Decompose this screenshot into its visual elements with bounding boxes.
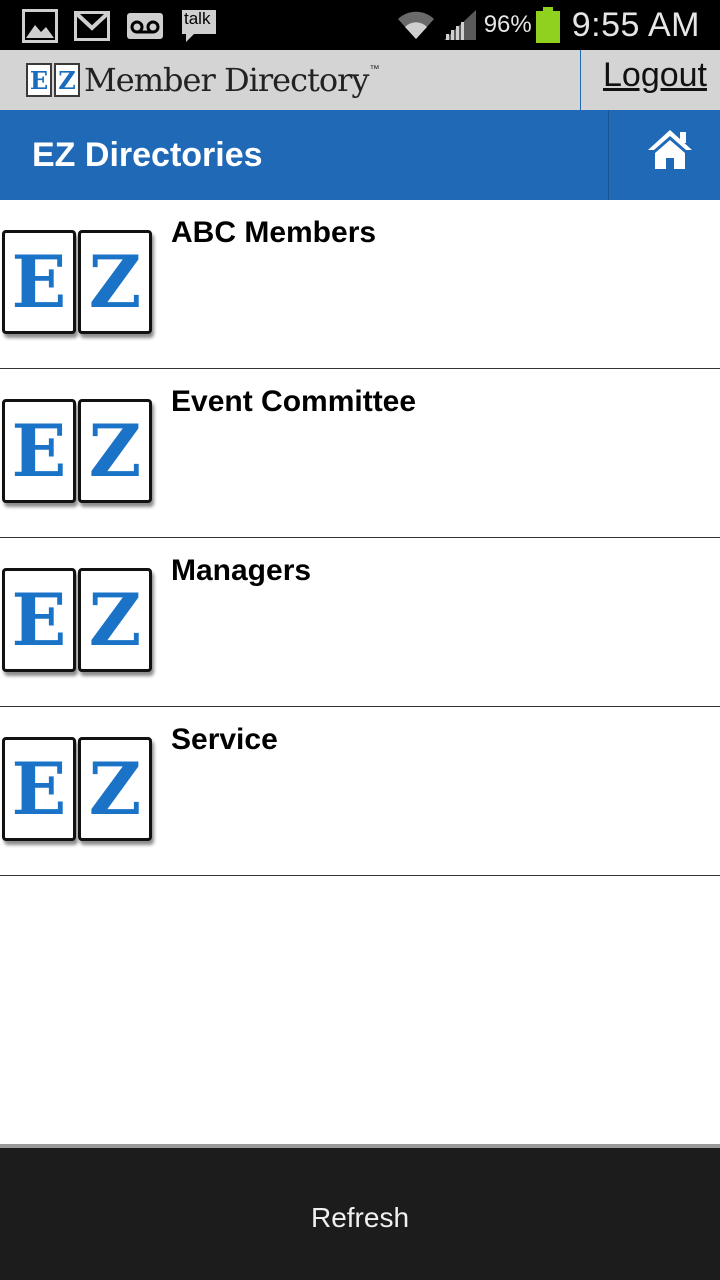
ez-logo-icon: E Z bbox=[2, 399, 156, 509]
ez-logo-icon: E Z bbox=[2, 230, 156, 340]
clock: 9:55 AM bbox=[571, 5, 700, 44]
title-bar: EZ Directories bbox=[0, 110, 720, 200]
list-item[interactable]: E Z Event Committee bbox=[0, 369, 720, 538]
tile-letter-e: E bbox=[2, 737, 76, 841]
battery-percent: 96% bbox=[483, 11, 532, 38]
logo-trademark: ™ bbox=[369, 64, 380, 75]
list-item[interactable]: E Z Managers bbox=[0, 538, 720, 707]
logo-text: Member Directory bbox=[84, 61, 369, 99]
app-logo: E Z Member Directory ™ bbox=[26, 58, 379, 102]
talk-label: talk bbox=[184, 9, 211, 28]
tile-letter-e: E bbox=[2, 399, 76, 503]
ez-logo-icon: E Z bbox=[2, 568, 156, 678]
tile-letter-z: Z bbox=[78, 230, 152, 334]
talk-icon: talk bbox=[180, 8, 218, 44]
logout-link[interactable]: Logout bbox=[603, 56, 707, 95]
voicemail-icon bbox=[127, 13, 163, 39]
directory-list: E Z ABC Members E Z Event Committee E Z … bbox=[0, 200, 720, 876]
refresh-button[interactable]: Refresh bbox=[0, 1202, 720, 1234]
ez-logo-icon: E Z bbox=[2, 737, 156, 847]
list-item[interactable]: E Z ABC Members bbox=[0, 200, 720, 369]
bottom-bar: Refresh bbox=[0, 1144, 720, 1280]
gmail-icon bbox=[74, 11, 110, 41]
home-button[interactable] bbox=[608, 110, 720, 200]
signal-icon bbox=[443, 10, 476, 40]
tile-letter-z: Z bbox=[78, 399, 152, 503]
logo-letter-z: Z bbox=[54, 63, 80, 97]
wifi-icon bbox=[397, 11, 434, 39]
logout-cell: Logout bbox=[580, 50, 720, 110]
app-header: E Z Member Directory ™ Logout bbox=[0, 50, 720, 111]
home-icon bbox=[648, 130, 692, 169]
logo-letter-e: E bbox=[26, 63, 52, 97]
tile-letter-e: E bbox=[2, 568, 76, 672]
gallery-icon bbox=[22, 9, 58, 43]
status-bar: talk 96% 9:55 AM bbox=[0, 0, 720, 50]
list-item-label: Event Committee bbox=[171, 385, 417, 418]
battery-icon bbox=[535, 7, 560, 43]
tile-letter-e: E bbox=[2, 230, 76, 334]
page-title: EZ Directories bbox=[32, 136, 263, 174]
list-item-label: ABC Members bbox=[171, 216, 377, 249]
list-item-label: Service bbox=[171, 723, 278, 756]
tile-letter-z: Z bbox=[78, 568, 152, 672]
list-item-label: Managers bbox=[171, 554, 312, 587]
list-item[interactable]: E Z Service bbox=[0, 707, 720, 876]
notification-icons: talk bbox=[22, 8, 218, 44]
tile-letter-z: Z bbox=[78, 737, 152, 841]
